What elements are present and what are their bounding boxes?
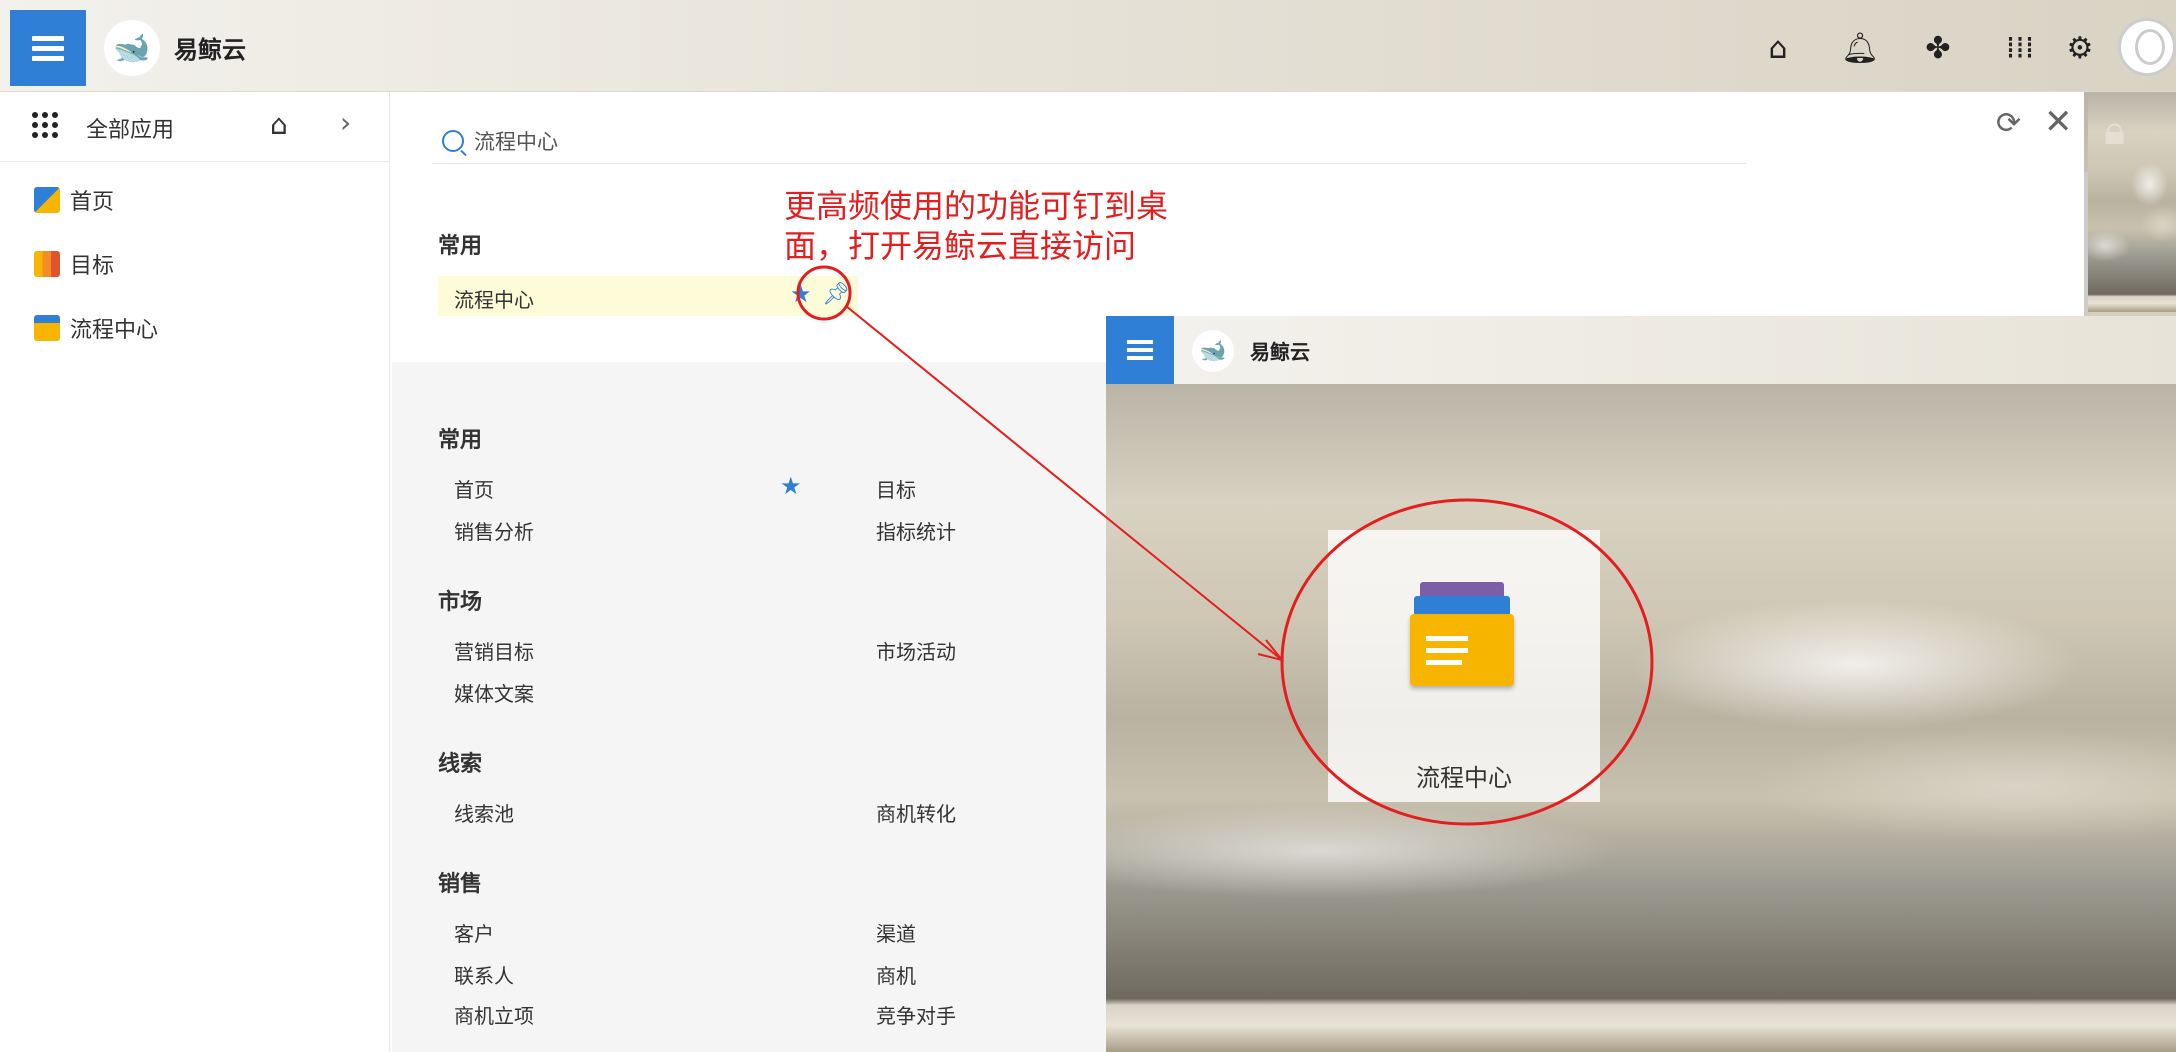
sidebar-item-home[interactable]: 首页 xyxy=(0,168,389,232)
whale-logo-icon: 🐋 xyxy=(104,20,160,76)
app-link[interactable]: 线索池 xyxy=(454,798,514,827)
group-title: 线索 xyxy=(438,752,483,777)
menu-icon xyxy=(1127,336,1153,364)
sidebar-title[interactable]: 全部应用 xyxy=(86,112,174,144)
annotation-note: 更高频使用的功能可钉到桌 面，打开易鲸云直接访问 xyxy=(784,186,1204,266)
gear-icon[interactable]: ⚙ xyxy=(2060,28,2100,68)
bar-chart-icon xyxy=(34,251,60,277)
sidebar-item-goal[interactable]: 目标 xyxy=(0,232,389,296)
annotation-line-2: 面，打开易鲸云直接访问 xyxy=(784,227,1137,265)
bell-icon[interactable]: 🔔︎ xyxy=(1840,28,1880,68)
search-value: 流程中心 xyxy=(474,129,558,154)
sidebar-item-label: 目标 xyxy=(70,254,115,279)
app-link[interactable]: 渠道 xyxy=(876,918,916,947)
favorite-item-label: 流程中心 xyxy=(454,288,534,312)
tile-label: 流程中心 xyxy=(1416,764,1512,792)
app-link[interactable]: 竞争对手 xyxy=(876,1000,956,1029)
lock-panel: 🔒︎ xyxy=(2088,92,2176,312)
pin-icon[interactable]: 📌︎ xyxy=(822,282,850,307)
app-link[interactable]: 客户 xyxy=(454,918,494,947)
dashboard-icon xyxy=(34,187,60,213)
preview-top-bar: 🐋 易鲸云 xyxy=(1106,316,2176,384)
app-link[interactable]: 联系人 xyxy=(454,960,514,989)
menu-toggle-button[interactable] xyxy=(10,10,86,86)
app-link[interactable]: 媒体文案 xyxy=(454,678,534,707)
brand-name: 易鲸云 xyxy=(1250,340,1310,364)
favorites-title: 常用 xyxy=(438,234,483,259)
apps-grid-icon[interactable]: ⁞⁞⁞ xyxy=(2000,28,2040,68)
sidebar-item-label: 流程中心 xyxy=(70,318,159,343)
annotation-line-1: 更高频使用的功能可钉到桌 xyxy=(784,187,1169,225)
home-icon[interactable]: ⌂ xyxy=(1758,28,1798,68)
app-link[interactable]: 市场活动 xyxy=(876,636,956,665)
app-link[interactable]: 商机转化 xyxy=(876,798,956,827)
group-title: 销售 xyxy=(438,872,483,897)
app-link[interactable]: 首页 xyxy=(454,474,494,503)
app-link[interactable]: 销售分析 xyxy=(454,516,534,545)
lock-icon[interactable]: 🔒︎ xyxy=(2104,108,2148,154)
process-center-icon xyxy=(1410,582,1514,686)
desktop-preview: 🐋 易鲸云 流程中心 xyxy=(1106,316,2176,1052)
app-link[interactable]: 商机立项 xyxy=(454,1000,534,1029)
brand-name: 易鲸云 xyxy=(174,36,246,64)
search-icon xyxy=(442,129,464,152)
folder-icon xyxy=(34,315,60,341)
app-link[interactable]: 指标统计 xyxy=(876,516,956,545)
desktop-wallpaper xyxy=(1106,384,2176,1052)
star-icon[interactable]: ★ xyxy=(780,472,802,500)
sidebar: 全部应用 ⌂ › 首页 目标 流程中心 xyxy=(0,92,390,1052)
sidebar-item-label: 首页 xyxy=(70,190,115,215)
avatar[interactable] xyxy=(2118,18,2176,76)
app-link[interactable]: 目标 xyxy=(876,474,916,503)
close-icon[interactable]: ✕ xyxy=(2044,102,2073,142)
app-link[interactable]: 营销目标 xyxy=(454,636,534,665)
whale-logo-icon: 🐋 xyxy=(1192,330,1234,372)
group-title: 市场 xyxy=(438,590,483,615)
menu-toggle-button[interactable] xyxy=(1106,316,1174,384)
apps-grid-icon[interactable] xyxy=(32,112,58,138)
group-title: 常用 xyxy=(438,428,483,453)
favorite-item[interactable]: 流程中心 ★ 📌︎ xyxy=(438,276,858,316)
search-input[interactable]: 流程中心 xyxy=(432,118,1746,164)
refresh-icon[interactable]: ⟳ xyxy=(1996,106,2021,141)
menu-icon xyxy=(32,31,64,66)
palette-icon[interactable]: ✤ xyxy=(1918,28,1958,68)
sidebar-header: 全部应用 ⌂ › xyxy=(0,92,389,162)
star-icon[interactable]: ★ xyxy=(790,280,812,308)
home-icon[interactable]: ⌂ xyxy=(270,108,288,141)
sidebar-item-process-center[interactable]: 流程中心 xyxy=(0,296,389,360)
top-bar: 🐋 易鲸云 ⌂ 🔔︎ ✤ ⁞⁞⁞ ⚙ xyxy=(0,0,2176,92)
app-link[interactable]: 商机 xyxy=(876,960,916,989)
desktop-tile-process-center[interactable]: 流程中心 xyxy=(1328,530,1600,802)
chevron-right-icon[interactable]: › xyxy=(340,106,351,139)
